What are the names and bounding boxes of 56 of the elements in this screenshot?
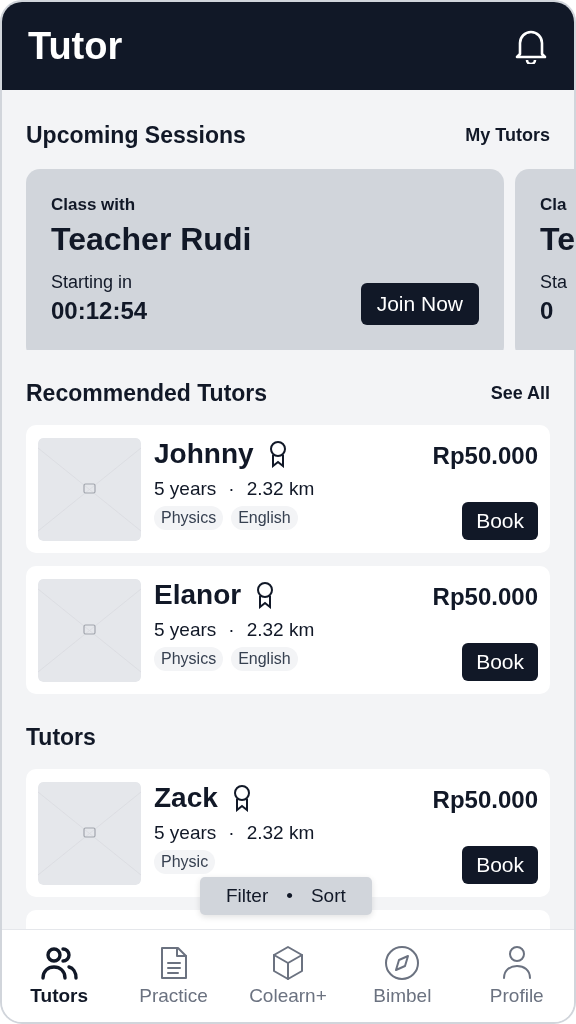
experience: 5 years xyxy=(154,478,217,501)
starting-label: Starting in xyxy=(51,272,134,293)
price: Rp50.000 xyxy=(432,786,538,815)
session-card[interactable]: Class with Teacher Rudi Starting in 00:12:54 Join Now xyxy=(26,169,504,351)
nav-tab[interactable]: Profile xyxy=(466,945,567,1007)
tutor-name: Johnny xyxy=(154,438,254,471)
separator-dot: · xyxy=(228,619,235,642)
people-icon xyxy=(39,945,80,981)
person-icon xyxy=(500,945,533,981)
section-title: Recommended Tutors xyxy=(26,380,268,408)
nav-tab[interactable]: Bimbel xyxy=(352,945,453,1007)
price: Rp50.000 xyxy=(432,583,538,612)
distance: 2.32 km xyxy=(246,822,315,845)
subject-tag: English xyxy=(231,506,298,531)
experience: 5 years xyxy=(154,822,217,845)
separator-dot: · xyxy=(228,822,235,845)
compass-icon xyxy=(384,945,421,981)
award-icon xyxy=(255,581,276,610)
bell-icon[interactable] xyxy=(514,28,548,64)
nav-tab[interactable]: Practice xyxy=(123,945,224,1007)
see-all-link[interactable]: See All xyxy=(490,383,550,405)
cube-icon xyxy=(270,945,305,981)
distance: 2.32 km xyxy=(246,478,315,501)
teacher-name: Te xyxy=(540,221,574,258)
section-title: Upcoming Sessions xyxy=(26,122,246,149)
award-icon xyxy=(267,440,288,469)
tutor-name: Zack xyxy=(154,782,218,815)
countdown: 00:12:54 xyxy=(51,297,148,325)
book-button[interactable]: Book xyxy=(462,846,538,885)
distance: 2.32 km xyxy=(246,619,315,642)
countdown: 0 xyxy=(540,297,555,325)
subject-tag: English xyxy=(231,647,298,672)
award-icon xyxy=(231,784,252,813)
tutor-name: Elanor xyxy=(154,579,242,612)
tutor-card[interactable]: Johnny 5 years · 2.32 km Physics English Rp50.000 Book xyxy=(26,425,550,554)
my-tutors-link[interactable]: My Tutors xyxy=(465,125,550,146)
join-button[interactable]: Join Now xyxy=(360,283,479,325)
subject-tag: Physic xyxy=(154,850,216,875)
subject-tag: Physics xyxy=(154,506,224,531)
subject-tag: Physics xyxy=(154,647,224,672)
separator-dot: · xyxy=(228,478,235,501)
book-button[interactable]: Book xyxy=(462,643,538,682)
experience: 5 years xyxy=(154,619,217,642)
price: Rp50.000 xyxy=(432,442,538,471)
starting-label: Sta xyxy=(540,272,568,293)
session-label: Class with xyxy=(51,195,137,215)
session-label: Cla xyxy=(540,195,568,215)
session-card[interactable]: Cla Te Sta 0 xyxy=(515,169,574,351)
nav-tab[interactable]: Colearn+ xyxy=(237,945,338,1007)
teacher-name: Teacher Rudi xyxy=(51,221,253,258)
section-title: Tutors xyxy=(26,724,96,752)
app-title: Tutor xyxy=(28,24,123,68)
nav-tab[interactable]: Tutors xyxy=(9,945,110,1007)
book-button[interactable]: Book xyxy=(462,502,538,541)
tutor-card[interactable]: Elanor 5 years · 2.32 km Physics English Rp50.000 Book xyxy=(26,566,550,695)
document-icon xyxy=(158,945,189,981)
